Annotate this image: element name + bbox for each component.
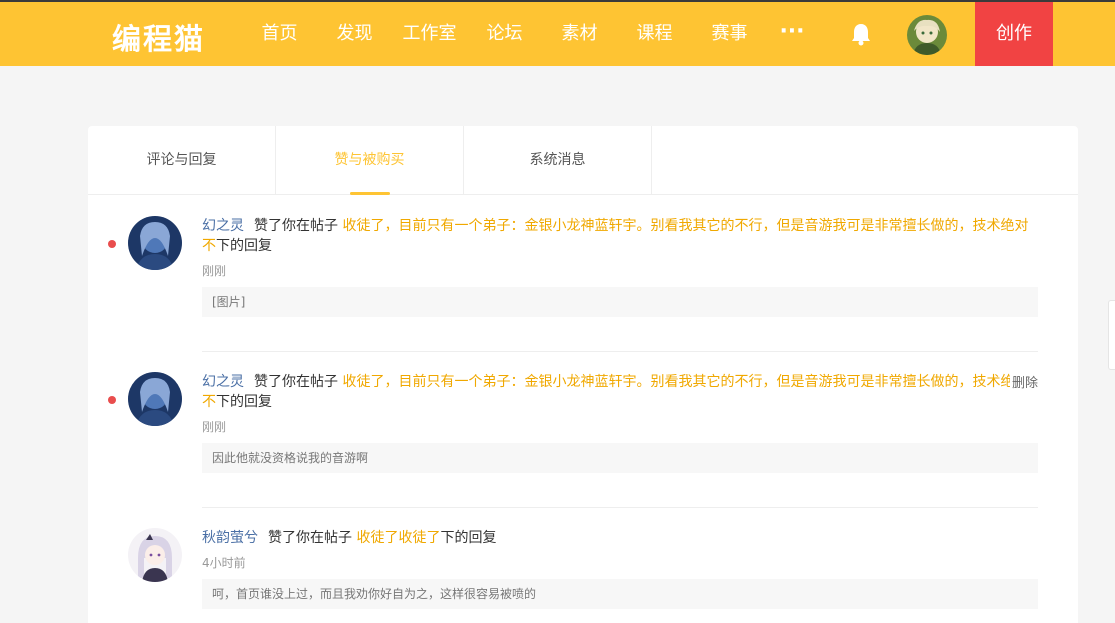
quoted-reply[interactable]: 呵，首页谁没上过，而且我劝你好自为之，这样很容易被喷的 — [202, 579, 1038, 609]
notification-item: 秋韵萤兮 赞了你在帖子 收徒了收徒了下的回复 4小时前 呵，首页谁没上过，而且我劝… — [128, 528, 1038, 609]
suffix-text: 下的回复 — [440, 530, 497, 546]
suffix-text: 下的回复 — [216, 238, 272, 254]
bell-icon[interactable] — [850, 22, 872, 46]
tab-system-messages[interactable]: 系统消息 — [464, 126, 652, 195]
timestamp: 4小时前 — [202, 556, 246, 570]
user-avatar[interactable] — [907, 15, 947, 55]
nav-courses[interactable]: 课程 — [617, 2, 692, 66]
action-text: 赞了你在帖子 — [268, 530, 352, 546]
side-scroll-tab[interactable] — [1108, 300, 1115, 370]
nav-contests[interactable]: 赛事 — [692, 2, 767, 66]
notification-text: 秋韵萤兮 赞了你在帖子 收徒了收徒了下的回复 — [202, 528, 1038, 548]
post-link[interactable]: 收徒了收徒了 — [356, 530, 440, 546]
nav-more-button[interactable]: ··· — [767, 2, 817, 66]
avatar[interactable] — [128, 216, 182, 270]
nav-studio[interactable]: 工作室 — [392, 2, 467, 66]
delete-button[interactable]: 删除 — [1009, 372, 1038, 391]
tab-likes-purchases[interactable]: 赞与被购买 — [276, 126, 464, 195]
quoted-reply[interactable]: [图片] — [202, 287, 1038, 317]
notification-text: 幻之灵 赞了你在帖子 收徒了，目前只有一个弟子：金银小龙神蓝轩宇。别看我其它的不行… — [202, 372, 1038, 412]
notification-text: 幻之灵 赞了你在帖子 收徒了，目前只有一个弟子：金银小龙神蓝轩宇。别看我其它的不行… — [202, 216, 1038, 256]
avatar[interactable] — [128, 372, 182, 426]
username-link[interactable]: 幻之灵 — [202, 218, 244, 234]
tab-comments-replies[interactable]: 评论与回复 — [88, 126, 276, 195]
notification-item: 幻之灵 赞了你在帖子 收徒了，目前只有一个弟子：金银小龙神蓝轩宇。别看我其它的不行… — [108, 216, 1038, 317]
logo[interactable]: 编程猫 — [112, 16, 205, 58]
username-link[interactable]: 秋韵萤兮 — [202, 530, 258, 546]
notification-item: 幻之灵 赞了你在帖子 收徒了，目前只有一个弟子：金银小龙神蓝轩宇。别看我其它的不行… — [108, 372, 1038, 473]
message-tabs: 评论与回复 赞与被购买 系统消息 — [88, 126, 1078, 195]
nav-forum[interactable]: 论坛 — [467, 2, 542, 66]
avatar[interactable] — [128, 528, 182, 582]
suffix-text: 下的回复 — [216, 394, 272, 410]
nav-home[interactable]: 首页 — [242, 2, 317, 66]
nav-assets[interactable]: 素材 — [542, 2, 617, 66]
tab-label: 赞与被购买 — [334, 152, 405, 168]
unread-dot — [108, 396, 116, 404]
unread-dot — [108, 240, 116, 248]
create-button[interactable]: 创作 — [975, 2, 1053, 66]
active-tab-indicator — [350, 192, 390, 195]
tab-label: 系统消息 — [529, 152, 586, 168]
main-nav: 首页 发现 工作室 论坛 素材 课程 赛事 ··· — [242, 2, 817, 66]
timestamp: 刚刚 — [202, 264, 227, 278]
quoted-reply[interactable]: 因此他就没资格说我的音游啊 — [202, 443, 1038, 473]
divider — [202, 351, 1038, 352]
username-link[interactable]: 幻之灵 — [202, 374, 244, 390]
action-text: 赞了你在帖子 — [254, 218, 338, 234]
divider — [202, 507, 1038, 508]
nav-discover[interactable]: 发现 — [317, 2, 392, 66]
action-text: 赞了你在帖子 — [254, 374, 338, 390]
timestamp: 刚刚 — [202, 420, 227, 434]
tab-label: 评论与回复 — [146, 152, 217, 168]
messages-panel: 评论与回复 赞与被购买 系统消息 幻之灵 赞了你在帖子 收徒了，目前只有一个弟子：… — [88, 126, 1078, 623]
top-bar: 编程猫 首页 发现 工作室 论坛 素材 课程 赛事 ··· 创作 — [0, 0, 1115, 66]
